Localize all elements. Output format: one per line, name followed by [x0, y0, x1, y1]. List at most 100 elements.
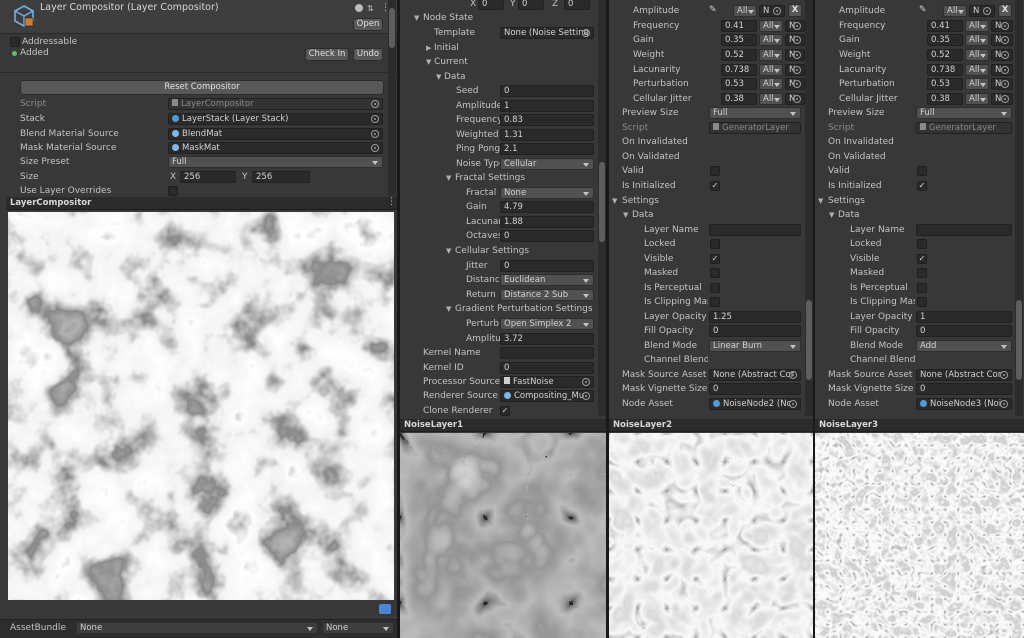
processor-source-field[interactable]: FastNoise — [500, 376, 594, 388]
perturbation-field[interactable]: 0.53 — [721, 78, 757, 90]
object-picker-icon[interactable] — [1001, 95, 1009, 103]
preset-icon[interactable]: ⇅ — [367, 4, 374, 13]
initial-label[interactable]: Initial — [434, 42, 459, 54]
object-picker-icon[interactable] — [371, 100, 379, 108]
on-validated-label[interactable]: On Validated — [828, 151, 886, 163]
frequency-field[interactable]: 0.41 — [927, 20, 963, 32]
perturb-amplitude-field[interactable]: 3.72 — [500, 333, 594, 345]
scrollbar-thumb[interactable] — [389, 8, 395, 48]
weight-noise-field[interactable]: N — [991, 49, 1013, 61]
mask-source-asset-field[interactable]: None (Abstract Cor — [709, 369, 801, 381]
gain-field[interactable]: 0.35 — [927, 34, 963, 46]
settings-label[interactable]: Settings — [828, 195, 865, 207]
scrollbar-thumb[interactable] — [599, 162, 605, 242]
on-invalidated-label[interactable]: On Invalidated — [828, 136, 894, 148]
foldout-arrow-icon[interactable]: ▼ — [829, 209, 834, 221]
perturbation-noise-field[interactable]: N — [991, 78, 1013, 90]
size-preset-dropdown[interactable]: Full — [168, 156, 383, 168]
mask-material-field[interactable]: MaskMat — [168, 142, 383, 154]
object-picker-icon[interactable] — [773, 7, 781, 15]
preview-menu-icon[interactable]: ⋮ — [387, 197, 396, 207]
fill-opacity-field[interactable]: 0 — [709, 325, 801, 337]
foldout-arrow-icon[interactable]: ▼ — [818, 195, 823, 207]
object-picker-icon[interactable] — [371, 144, 379, 152]
jitter-field[interactable]: 0 — [500, 260, 594, 272]
amplitude-noise-field[interactable]: N — [969, 5, 995, 17]
amplitude-all-dropdown[interactable]: All — [943, 5, 967, 17]
distance-dropdown[interactable]: Euclidean — [500, 274, 594, 286]
amplitude-all-dropdown[interactable]: All — [733, 5, 757, 17]
template-field[interactable]: None (Noise Setting — [500, 27, 594, 39]
cellular-settings-label[interactable]: Cellular Settings — [455, 245, 529, 257]
weight-all-dropdown[interactable]: All — [759, 49, 783, 61]
pos-z-field[interactable]: 0 — [564, 0, 590, 10]
object-picker-icon[interactable] — [793, 36, 801, 44]
gain-noise-field[interactable]: N — [785, 34, 805, 46]
inspector-scrollbar[interactable] — [1015, 0, 1023, 416]
size-x-field[interactable]: 256 — [180, 171, 236, 183]
gain-all-dropdown[interactable]: All — [965, 34, 989, 46]
reset-compositor-button[interactable]: Reset Compositor — [20, 80, 384, 95]
color-picker-icon[interactable]: ✎ — [709, 5, 719, 17]
object-picker-icon[interactable] — [1001, 22, 1009, 30]
remove-x-button[interactable]: X — [998, 4, 1012, 17]
open-button[interactable]: Open — [353, 18, 383, 31]
scrollbar-thumb[interactable] — [806, 300, 812, 380]
layer-opacity-field[interactable]: 1.25 — [709, 311, 801, 323]
channel-blending-label[interactable]: Channel Blending — [644, 354, 708, 366]
fractal-dropdown[interactable]: None — [500, 187, 594, 199]
node-state-label[interactable]: Node State — [423, 12, 473, 24]
object-picker-icon[interactable] — [371, 130, 379, 138]
inspector-scrollbar[interactable] — [598, 0, 606, 416]
assetbundle-variant-dropdown[interactable]: None — [322, 622, 394, 634]
kernel-id-field[interactable]: 0 — [500, 362, 594, 374]
lacunarity-noise-field[interactable]: N — [785, 64, 805, 76]
lacunarity-field[interactable]: 0.738 — [927, 64, 963, 76]
help-icon[interactable] — [355, 4, 363, 12]
foldout-arrow-icon[interactable]: ▼ — [426, 56, 431, 68]
cellular-jitter-noise-field[interactable]: N — [785, 93, 805, 105]
channel-blending-label[interactable]: Channel Blending — [850, 354, 915, 366]
object-picker-icon[interactable] — [1000, 400, 1008, 408]
noise-type-dropdown[interactable]: Cellular — [500, 158, 594, 170]
mask-vignette-size-field[interactable]: 0 — [916, 383, 1012, 395]
mask-vignette-size-field[interactable]: 0 — [709, 383, 801, 395]
asset-label-icon[interactable] — [379, 604, 391, 614]
object-picker-icon[interactable] — [1000, 371, 1008, 379]
foldout-arrow-icon[interactable]: ▼ — [446, 245, 451, 257]
cellular-jitter-field[interactable]: 0.38 — [927, 93, 963, 105]
valid-checkbox[interactable] — [710, 166, 720, 176]
gain-noise-field[interactable]: N — [991, 34, 1013, 46]
object-picker-icon[interactable] — [793, 66, 801, 74]
return-dropdown[interactable]: Distance 2 Sub — [500, 289, 594, 301]
object-picker-icon[interactable] — [793, 80, 801, 88]
gain-field[interactable]: 4.79 — [500, 201, 594, 213]
is-perceptual-checkbox[interactable] — [710, 283, 720, 293]
blend-mode-dropdown[interactable]: Add — [916, 340, 1012, 352]
fractal-settings-label[interactable]: Fractal Settings — [455, 172, 525, 184]
assetbundle-dropdown[interactable]: None — [76, 622, 318, 634]
on-invalidated-label[interactable]: On Invalidated — [622, 136, 688, 148]
gradient-perturbation-label[interactable]: Gradient Perturbation Settings — [455, 303, 593, 315]
is-initialized-checkbox[interactable]: ✓ — [710, 181, 720, 191]
object-picker-icon[interactable] — [789, 371, 797, 379]
foldout-arrow-icon[interactable]: ▼ — [623, 209, 628, 221]
perturbation-all-dropdown[interactable]: All — [965, 78, 989, 90]
cellular-jitter-noise-field[interactable]: N — [991, 93, 1013, 105]
clone-renderer-checkbox[interactable]: ✓ — [500, 406, 510, 416]
current-label[interactable]: Current — [434, 56, 468, 68]
is-perceptual-checkbox[interactable] — [917, 283, 927, 293]
foldout-arrow-icon[interactable]: ▼ — [414, 12, 419, 24]
object-picker-icon[interactable] — [793, 51, 801, 59]
remove-x-button[interactable]: X — [788, 4, 802, 17]
frequency-noise-field[interactable]: N — [785, 20, 805, 32]
is-clipping-mask-checkbox[interactable] — [710, 297, 720, 307]
blend-material-field[interactable]: BlendMat — [168, 128, 383, 140]
object-picker-icon[interactable] — [1001, 66, 1009, 74]
weight-field[interactable]: 0.52 — [927, 49, 963, 61]
visible-checkbox[interactable]: ✓ — [710, 254, 720, 264]
gain-field[interactable]: 0.35 — [721, 34, 757, 46]
object-picker-icon[interactable] — [582, 392, 590, 400]
size-y-field[interactable]: 256 — [252, 171, 310, 183]
amplitude-field[interactable]: 1 — [500, 100, 594, 112]
